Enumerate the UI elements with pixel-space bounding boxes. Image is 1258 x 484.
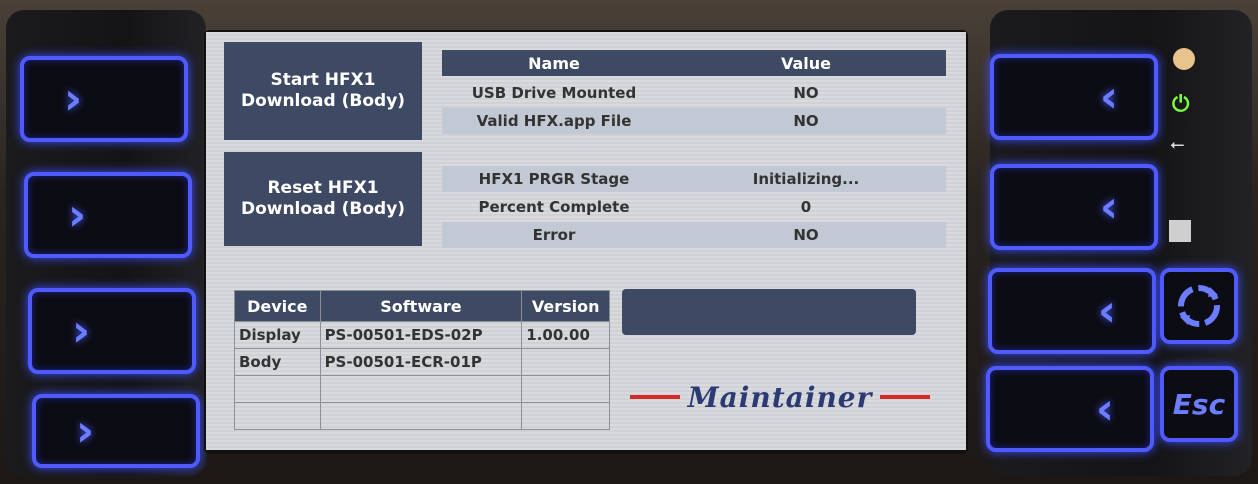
cell-device: Body (234, 348, 321, 376)
table-row (234, 402, 610, 430)
cell-device: Display (234, 321, 321, 349)
row-value: 0 (800, 198, 812, 216)
row-name: Valid HFX.app File (476, 112, 632, 130)
left-softkey-4[interactable]: › (32, 394, 200, 468)
column-header-name: Name (528, 53, 580, 73)
right-softkey-1[interactable]: ‹ (990, 54, 1158, 140)
left-softkey-3[interactable]: › (28, 288, 196, 374)
cell-software: PS-00501-ECR-01P (319, 348, 523, 376)
table-row: Display PS-00501-EDS-02P 1.00.00 (234, 321, 610, 349)
logo-bar-right (880, 395, 930, 399)
table-row: USB Drive Mounted NO (442, 80, 946, 106)
indicator-square-icon (1169, 220, 1191, 242)
cell-version (521, 348, 610, 376)
left-softkey-1[interactable]: › (20, 56, 188, 142)
status-led-icon (1173, 48, 1195, 70)
row-name: Error (532, 226, 576, 244)
start-download-button[interactable]: Start HFX1 Download (Body) (224, 42, 422, 140)
chevron-left-icon: ‹ (1095, 383, 1114, 435)
cell-device (234, 402, 321, 430)
cell-device (234, 375, 321, 403)
cell-software (319, 375, 523, 403)
esc-button[interactable]: Esc (1160, 366, 1238, 442)
right-softkey-4[interactable]: ‹ (986, 366, 1154, 452)
refresh-icon (1178, 285, 1220, 327)
status-table: Name Value USB Drive Mounted NO Valid HF… (442, 50, 946, 248)
usb-icon: ⭠ (1170, 134, 1185, 155)
lcd-display: Start HFX1 Download (Body) Reset HFX1 Do… (206, 32, 966, 450)
row-name: USB Drive Mounted (471, 84, 637, 102)
logo-text: Maintainer (687, 380, 873, 414)
maintainer-logo: Maintainer (630, 377, 930, 417)
cell-software: PS-00501-EDS-02P (319, 321, 523, 349)
row-value: NO (793, 226, 819, 244)
chevron-right-icon: › (76, 405, 95, 457)
chevron-left-icon: ‹ (1099, 71, 1118, 123)
left-softkey-panel: › › › › (6, 10, 206, 476)
message-box (622, 289, 916, 335)
right-softkey-2[interactable]: ‹ (990, 164, 1158, 250)
cell-version (521, 375, 610, 403)
row-name: HFX1 PRGR Stage (478, 170, 630, 188)
row-value: NO (793, 112, 819, 130)
table-row (442, 136, 946, 162)
table-row: Percent Complete 0 (442, 194, 946, 220)
column-header-value: Value (780, 53, 832, 73)
left-softkey-2[interactable]: › (24, 172, 192, 258)
esc-label: Esc (1172, 387, 1226, 421)
chevron-right-icon: › (64, 73, 83, 125)
reset-download-button[interactable]: Reset HFX1 Download (Body) (224, 152, 422, 246)
power-icon: ⏻ (1172, 92, 1190, 117)
status-table-header: Name Value (442, 50, 946, 76)
table-row: Body PS-00501-ECR-01P (234, 348, 610, 376)
right-softkey-3[interactable]: ‹ (988, 268, 1156, 354)
cell-version (521, 402, 610, 430)
chevron-right-icon: › (72, 305, 91, 357)
chevron-left-icon: ‹ (1097, 285, 1116, 337)
table-row (234, 375, 610, 403)
column-header-software: Software (319, 290, 523, 322)
row-value: NO (793, 84, 819, 102)
cell-version: 1.00.00 (521, 321, 610, 349)
logo-bar-left (630, 395, 680, 399)
column-header-version: Version (521, 290, 610, 322)
version-table: Device Software Version Display PS-00501… (234, 290, 610, 430)
chevron-right-icon: › (68, 189, 87, 241)
row-value: Initializing... (752, 170, 860, 188)
chevron-left-icon: ‹ (1099, 181, 1118, 233)
table-row: HFX1 PRGR Stage Initializing... (442, 166, 946, 192)
row-name: Percent Complete (478, 198, 630, 216)
cell-software (319, 402, 523, 430)
refresh-button[interactable] (1160, 268, 1238, 344)
column-header-device: Device (234, 290, 321, 322)
table-row: Error NO (442, 222, 946, 248)
table-row: Valid HFX.app File NO (442, 108, 946, 134)
